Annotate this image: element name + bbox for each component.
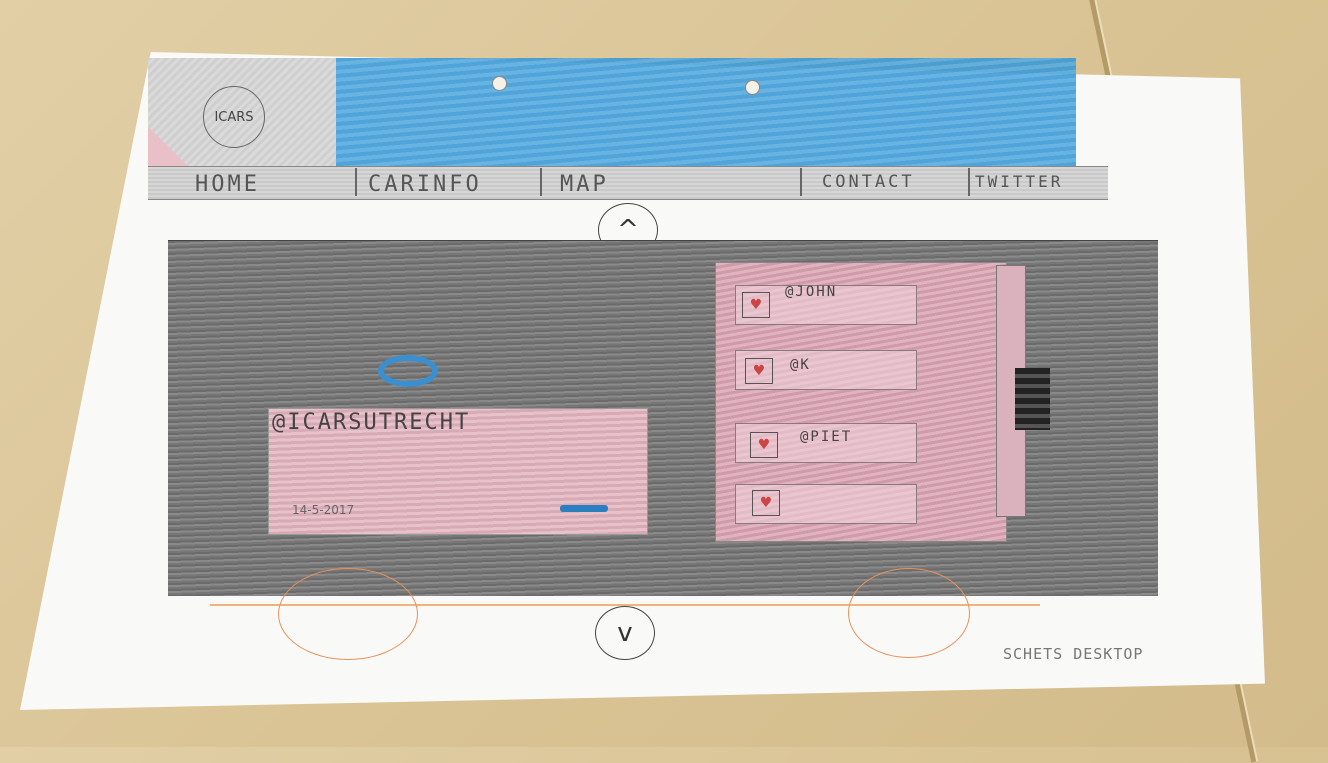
- nav-separator: [355, 168, 357, 196]
- heart-icon[interactable]: ♥: [750, 432, 778, 458]
- logo-text: ICARS: [214, 109, 254, 125]
- tweet-handle[interactable]: @ICARSUTRECHT: [272, 410, 470, 435]
- nav-separator: [800, 168, 802, 196]
- car-wheel-left: [278, 568, 418, 660]
- sketch-caption: SCHETS DESKTOP: [1003, 645, 1144, 663]
- heart-icon[interactable]: ♥: [745, 358, 773, 384]
- nav-item-twitter[interactable]: TWITTER: [975, 172, 1063, 191]
- feed-item-label: @JOHN: [785, 284, 838, 300]
- tweet-link[interactable]: [560, 505, 608, 512]
- car-wheel-right: [848, 568, 970, 658]
- nav-item-home[interactable]: HOME: [195, 172, 260, 197]
- punch-hole-right: [745, 80, 760, 95]
- twitter-bird-icon: [378, 355, 438, 387]
- tweet-date: 14-5-2017: [292, 503, 355, 517]
- nav-item-map[interactable]: MAP: [560, 172, 609, 197]
- nav-separator: [540, 168, 542, 196]
- logo[interactable]: ICARS: [203, 86, 265, 148]
- nav-separator: [968, 168, 970, 196]
- chevron-down-icon: v: [617, 618, 633, 648]
- header-banner: [336, 58, 1076, 168]
- scroll-down-button[interactable]: v: [595, 606, 655, 660]
- nav-bar: [148, 166, 1108, 200]
- punch-hole-left: [492, 76, 507, 91]
- nav-item-carinfo[interactable]: CARINFO: [368, 172, 482, 197]
- nav-item-contact[interactable]: CONTACT: [822, 172, 915, 192]
- heart-icon[interactable]: ♥: [742, 292, 770, 318]
- heart-icon[interactable]: ♥: [752, 490, 780, 516]
- feed-scrollbar-thumb[interactable]: [1015, 368, 1050, 430]
- feed-item-label: @K: [790, 357, 811, 373]
- feed-item-label: @PIET: [800, 429, 853, 445]
